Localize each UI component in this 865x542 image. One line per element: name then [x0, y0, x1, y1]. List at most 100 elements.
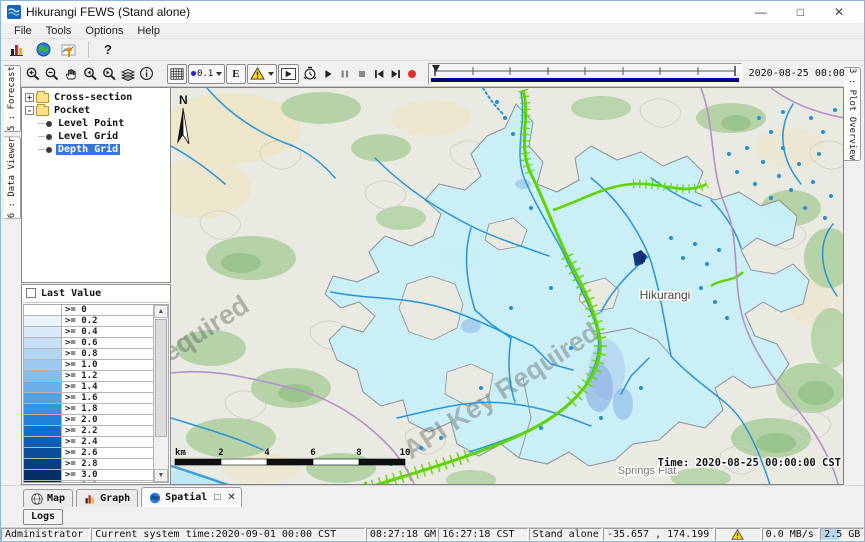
- map-display-button[interactable]: [31, 40, 55, 60]
- tree-item[interactable]: Level Point: [22, 117, 170, 130]
- tree-item[interactable]: Depth Grid: [22, 143, 170, 156]
- dot-icon: [191, 71, 196, 76]
- play-button[interactable]: [320, 64, 336, 84]
- legend-e-icon: E: [229, 68, 242, 80]
- menu-item[interactable]: Options: [78, 25, 130, 37]
- grid-display-button[interactable]: [167, 64, 187, 84]
- maximize-button[interactable]: □: [797, 3, 804, 21]
- zoom-out-button[interactable]: [43, 64, 61, 84]
- window-title: Hikurangi FEWS (Stand alone): [26, 5, 190, 19]
- scrollbar-track[interactable]: [154, 318, 168, 469]
- status-cell: Administrator: [1, 528, 90, 541]
- tree-expander[interactable]: +: [25, 93, 34, 102]
- tab-maximize-icon[interactable]: □: [214, 492, 220, 503]
- tree-item[interactable]: + Cross-section: [22, 91, 170, 104]
- legend-row[interactable]: >= 2.8: [24, 459, 153, 470]
- tree-item-label[interactable]: Cross-section: [52, 92, 134, 103]
- legend-row[interactable]: >= 2.4: [24, 437, 153, 448]
- legend-row[interactable]: >= 0.6: [24, 338, 153, 349]
- tree-item[interactable]: Level Grid: [22, 130, 170, 143]
- info-button[interactable]: [138, 64, 155, 84]
- logs-button[interactable]: Logs: [23, 509, 63, 525]
- legend-row[interactable]: >= 2.0: [24, 415, 153, 426]
- minimize-button[interactable]: —: [755, 3, 767, 21]
- tab-map[interactable]: Map: [23, 489, 73, 507]
- bar-chart-icon: [84, 493, 96, 505]
- menu-item[interactable]: Tools: [39, 25, 79, 37]
- scrollbar-thumb[interactable]: [155, 319, 167, 437]
- status-cell: 08:27:18 GMT: [366, 528, 437, 541]
- contour-interval-dropdown[interactable]: 0.1: [188, 64, 225, 84]
- pause-button[interactable]: [337, 64, 353, 84]
- animation-timer-button[interactable]: [301, 64, 319, 84]
- scroll-up-icon[interactable]: ▲: [154, 305, 168, 318]
- status-bar: Administrator Current system time:2020-0…: [1, 527, 864, 541]
- dock-tab[interactable]: 5 : Forecast: [4, 65, 21, 132]
- skip-to-start-button[interactable]: [371, 64, 387, 84]
- menu-bar: FileToolsOptionsHelp: [1, 23, 864, 39]
- stop-button[interactable]: [354, 64, 370, 84]
- layers-button[interactable]: [119, 64, 137, 84]
- legend-row[interactable]: >= 1.6: [24, 393, 153, 404]
- tree-item[interactable]: - Pocket: [22, 104, 170, 117]
- legend-row[interactable]: >= 2.2: [24, 426, 153, 437]
- time-slider[interactable]: [428, 63, 742, 85]
- last-value-checkbox[interactable]: [26, 288, 36, 298]
- tree-item-label[interactable]: Pocket: [52, 105, 92, 116]
- zoom-next-button[interactable]: [100, 64, 118, 84]
- legend-class-label: >= 1.2: [62, 371, 98, 381]
- legend-class-label: >= 1.4: [62, 382, 98, 392]
- pan-button[interactable]: [62, 64, 80, 84]
- tree-item-label[interactable]: Level Point: [56, 118, 126, 129]
- zoom-out-icon: [44, 66, 60, 82]
- animation-movie-button[interactable]: [278, 64, 299, 84]
- tree-item-label[interactable]: Depth Grid: [56, 144, 120, 155]
- timeseries-display-button[interactable]: [57, 40, 81, 60]
- data-viewer-panel: + Cross-section - Pocket: [21, 87, 171, 485]
- tab-graph[interactable]: Graph: [76, 489, 138, 507]
- legend-color-swatch: [24, 459, 62, 469]
- legend-row[interactable]: >= 1.2: [24, 371, 153, 382]
- legend-class-label: >= 2.6: [62, 448, 98, 458]
- dock-tab[interactable]: 6 : Data Viewer: [4, 136, 21, 219]
- legend-row[interactable]: >= 3.2: [24, 481, 153, 482]
- database-status-button[interactable]: [5, 40, 29, 60]
- tree-expander[interactable]: -: [25, 106, 34, 115]
- menu-item[interactable]: Help: [130, 25, 167, 37]
- zoom-in-button[interactable]: [24, 64, 42, 84]
- legend-row[interactable]: >= 3.0: [24, 470, 153, 481]
- scroll-down-icon[interactable]: ▼: [154, 469, 168, 482]
- skip-to-end-button[interactable]: [388, 64, 404, 84]
- tree-item-label[interactable]: Level Grid: [56, 131, 120, 142]
- toolbar-separator: [88, 42, 89, 58]
- zoom-previous-button[interactable]: [81, 64, 99, 84]
- legend-row[interactable]: >= 1.4: [24, 382, 153, 393]
- legend-row[interactable]: >= 1.0: [24, 360, 153, 371]
- legend-row[interactable]: >= 0.2: [24, 316, 153, 327]
- thresholds-dropdown[interactable]: [247, 64, 277, 84]
- menu-item[interactable]: File: [7, 25, 39, 37]
- legend-row[interactable]: >= 0.8: [24, 349, 153, 360]
- map-canvas[interactable]: API Key Required: [171, 87, 844, 485]
- dock-tab[interactable]: 3 : Plot Overview: [844, 67, 861, 161]
- stop-icon: [355, 67, 369, 81]
- record-button[interactable]: [405, 64, 419, 84]
- tab-spatial[interactable]: Spatial □ ✕: [141, 487, 242, 507]
- legend-row[interactable]: >= 0.4: [24, 327, 153, 338]
- zoom-next-icon: [101, 66, 117, 82]
- legend-color-swatch: [24, 305, 62, 315]
- legend-class-label: >= 2.0: [62, 415, 98, 425]
- legend-scrollbar[interactable]: ▲ ▼: [153, 305, 168, 482]
- help-button[interactable]: ?: [96, 40, 120, 60]
- svg-text:10: 10: [400, 448, 411, 458]
- tab-close-icon[interactable]: ✕: [227, 492, 235, 503]
- legend-row[interactable]: >= 0: [24, 305, 153, 316]
- legend-row[interactable]: >= 1.8: [24, 404, 153, 415]
- last-value-label: Last Value: [41, 288, 101, 299]
- legend-row[interactable]: >= 2.6: [24, 448, 153, 459]
- legend-class-label: >= 1.6: [62, 393, 98, 403]
- close-button[interactable]: ✕: [834, 3, 844, 21]
- status-text: 2.5 GB: [824, 529, 860, 540]
- skip-end-icon: [389, 67, 403, 81]
- legend-toggle-button[interactable]: E: [226, 64, 245, 84]
